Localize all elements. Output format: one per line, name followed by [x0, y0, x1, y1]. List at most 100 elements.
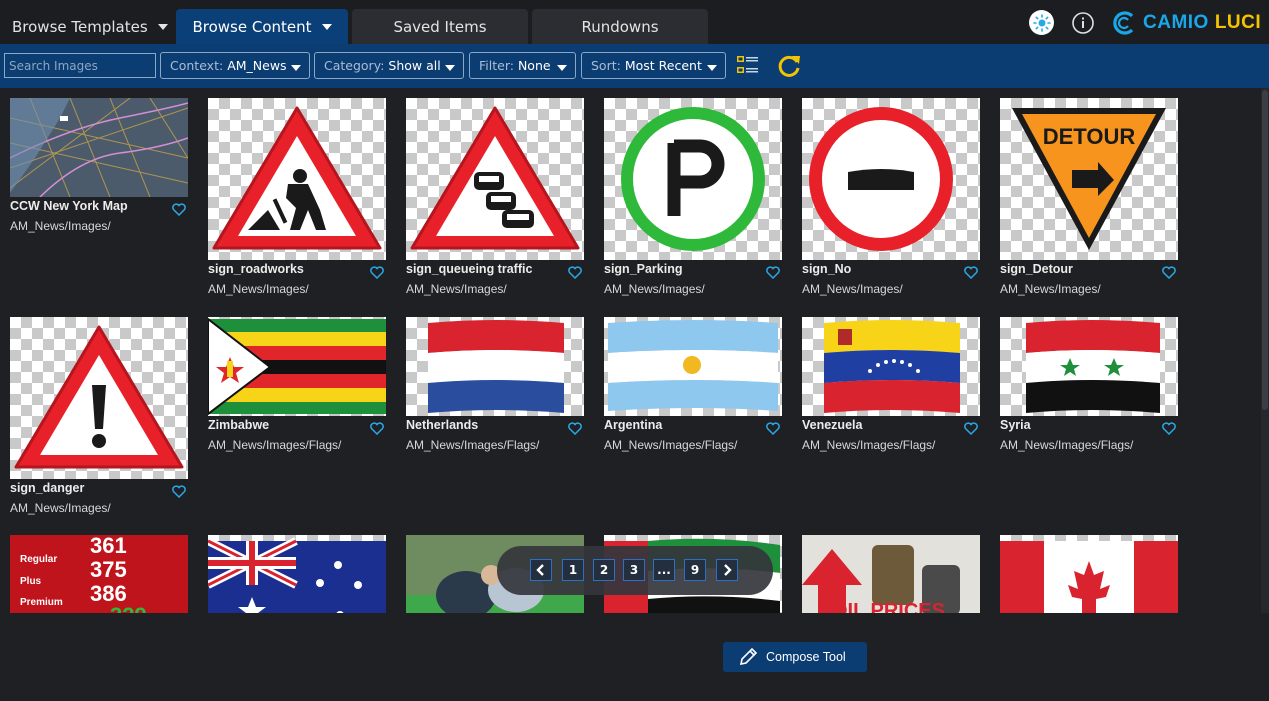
filter-dropdown[interactable]: Filter: None	[469, 52, 576, 79]
heart-icon[interactable]	[370, 264, 384, 283]
card-meta: sign_Parking	[604, 262, 782, 282]
page-ellipsis: ...	[653, 559, 675, 581]
card-path: AM_News/Images/	[1000, 282, 1101, 296]
heart-icon[interactable]	[568, 264, 582, 283]
camio-luci-logo: CAMIO LUCI	[1111, 9, 1261, 36]
content-card[interactable]: OIL PRICES	[802, 535, 980, 613]
gas-grade-plus: Plus	[20, 576, 42, 587]
gas-price-1: 361	[90, 535, 127, 558]
info-icon[interactable]	[1070, 10, 1095, 35]
camio-logo-icon	[1113, 10, 1134, 35]
heart-icon[interactable]	[370, 420, 384, 439]
content-card[interactable]: sign_roadworks AM_News/Images/	[208, 98, 386, 296]
prev-page-button[interactable]	[530, 559, 552, 581]
tab-rundowns-label: Rundowns	[581, 17, 659, 36]
category-dropdown-value: Show all	[388, 58, 441, 73]
danger-sign-icon	[10, 317, 188, 479]
page-button-9[interactable]: 9	[684, 559, 706, 581]
content-grid: CCW New York Map AM_News/Images/ sign_ro…	[0, 88, 1260, 613]
heart-icon[interactable]	[172, 483, 186, 502]
card-name: sign_No	[802, 262, 852, 276]
content-card[interactable]: sign_No AM_News/Images/	[802, 98, 980, 296]
content-card[interactable]: DETOUR sign_Detour AM_News/Images/	[1000, 98, 1178, 296]
card-name: Argentina	[604, 418, 663, 432]
card-path: AM_News/Images/Flags/	[802, 438, 936, 452]
content-card[interactable]: sign_danger AM_News/Images/	[10, 317, 188, 515]
queueing-traffic-sign-icon	[406, 98, 584, 260]
detour-sign-text: DETOUR	[1043, 124, 1136, 149]
content-card[interactable]: CCW New York Map AM_News/Images/	[10, 98, 188, 233]
chevron-down-icon	[321, 23, 332, 30]
venezuela-flag-icon	[802, 317, 980, 416]
brightness-toggle-icon[interactable]	[1029, 10, 1054, 35]
tab-rundowns[interactable]: Rundowns	[532, 9, 708, 44]
canada-flag-icon	[1000, 535, 1178, 613]
content-card[interactable]: Argentina AM_News/Images/Flags/	[604, 317, 782, 452]
content-card[interactable]: Zimbabwe AM_News/Images/Flags/	[208, 317, 386, 452]
list-view-icon[interactable]	[737, 55, 759, 81]
content-card[interactable]: Venezuela AM_News/Images/Flags/	[802, 317, 980, 452]
card-path: AM_News/Images/Flags/	[1000, 438, 1134, 452]
content-card[interactable]	[208, 535, 386, 613]
tab-browse-content[interactable]: Browse Content	[176, 9, 348, 44]
heart-icon[interactable]	[1162, 264, 1176, 283]
content-card[interactable]	[1000, 535, 1178, 613]
detour-sign-icon: DETOUR	[1000, 98, 1178, 260]
heart-icon[interactable]	[964, 264, 978, 283]
card-path: AM_News/Images/Flags/	[406, 438, 540, 452]
gas-grade-regular: Regular	[20, 554, 57, 565]
zimbabwe-flag-icon	[208, 317, 386, 416]
context-dropdown[interactable]: Context: AM_News	[160, 52, 310, 79]
content-card[interactable]: Netherlands AM_News/Images/Flags/	[406, 317, 584, 452]
oil-prices-thumbnail-icon: OIL PRICES	[802, 535, 980, 613]
category-dropdown-label: Category:	[324, 58, 385, 73]
category-dropdown[interactable]: Category: Show all	[314, 52, 464, 79]
filter-dropdown-label: Filter:	[479, 58, 514, 73]
content-card[interactable]: sign_Parking AM_News/Images/	[604, 98, 782, 296]
heart-icon[interactable]	[568, 420, 582, 439]
grid-scrollbar[interactable]	[1261, 88, 1269, 613]
heart-icon[interactable]	[172, 201, 186, 220]
compose-tool-button[interactable]: Compose Tool	[723, 642, 867, 672]
heart-icon[interactable]	[964, 420, 978, 439]
refresh-icon[interactable]	[776, 53, 802, 83]
card-path: AM_News/Images/Flags/	[208, 438, 342, 452]
card-name: Netherlands	[406, 418, 479, 432]
content-card[interactable]: Syria AM_News/Images/Flags/	[1000, 317, 1178, 452]
card-meta: Argentina	[604, 418, 782, 438]
context-dropdown-value: AM_News	[227, 58, 287, 73]
card-meta: sign_Detour	[1000, 262, 1178, 282]
heart-icon[interactable]	[766, 264, 780, 283]
brand-word-2: LUCI	[1214, 11, 1262, 33]
card-meta: Zimbabwe	[208, 418, 386, 438]
chevron-down-icon	[707, 65, 717, 71]
heart-icon[interactable]	[766, 420, 780, 439]
sort-dropdown-label: Sort:	[591, 58, 621, 73]
content-card[interactable]: Regular Plus Premium 361 375 386 329	[10, 535, 188, 613]
tab-saved-items[interactable]: Saved Items	[352, 9, 528, 44]
pagination: 1 2 3 ... 9	[497, 546, 773, 595]
tab-browse-content-label: Browse Content	[192, 17, 312, 36]
syria-flag-icon	[1000, 317, 1178, 416]
page-button-1[interactable]: 1	[562, 559, 584, 581]
netherlands-flag-icon	[406, 317, 584, 416]
scrollbar-thumb[interactable]	[1262, 90, 1268, 410]
tab-saved-items-label: Saved Items	[393, 17, 487, 36]
chevron-down-icon	[291, 65, 301, 71]
page-button-3[interactable]: 3	[623, 559, 645, 581]
parking-sign-icon	[604, 98, 782, 260]
card-name: sign_Parking	[604, 262, 683, 276]
search-input[interactable]	[4, 53, 156, 78]
app-root: Browse Templates Browse Content Saved It…	[0, 0, 1269, 701]
heart-icon[interactable]	[1162, 420, 1176, 439]
card-name: Zimbabwe	[208, 418, 270, 432]
sort-dropdown[interactable]: Sort: Most Recent	[581, 52, 726, 79]
chevron-left-icon	[536, 564, 544, 576]
card-path: AM_News/Images/Flags/	[604, 438, 738, 452]
page-button-2[interactable]: 2	[593, 559, 615, 581]
gas-prices-thumbnail-icon: Regular Plus Premium 361 375 386 329	[10, 535, 188, 613]
content-card[interactable]: sign_queueing traffic AM_News/Images/	[406, 98, 584, 296]
next-page-button[interactable]	[716, 559, 738, 581]
gas-price-2: 375	[90, 557, 127, 582]
tab-browse-templates[interactable]: Browse Templates	[0, 9, 170, 44]
